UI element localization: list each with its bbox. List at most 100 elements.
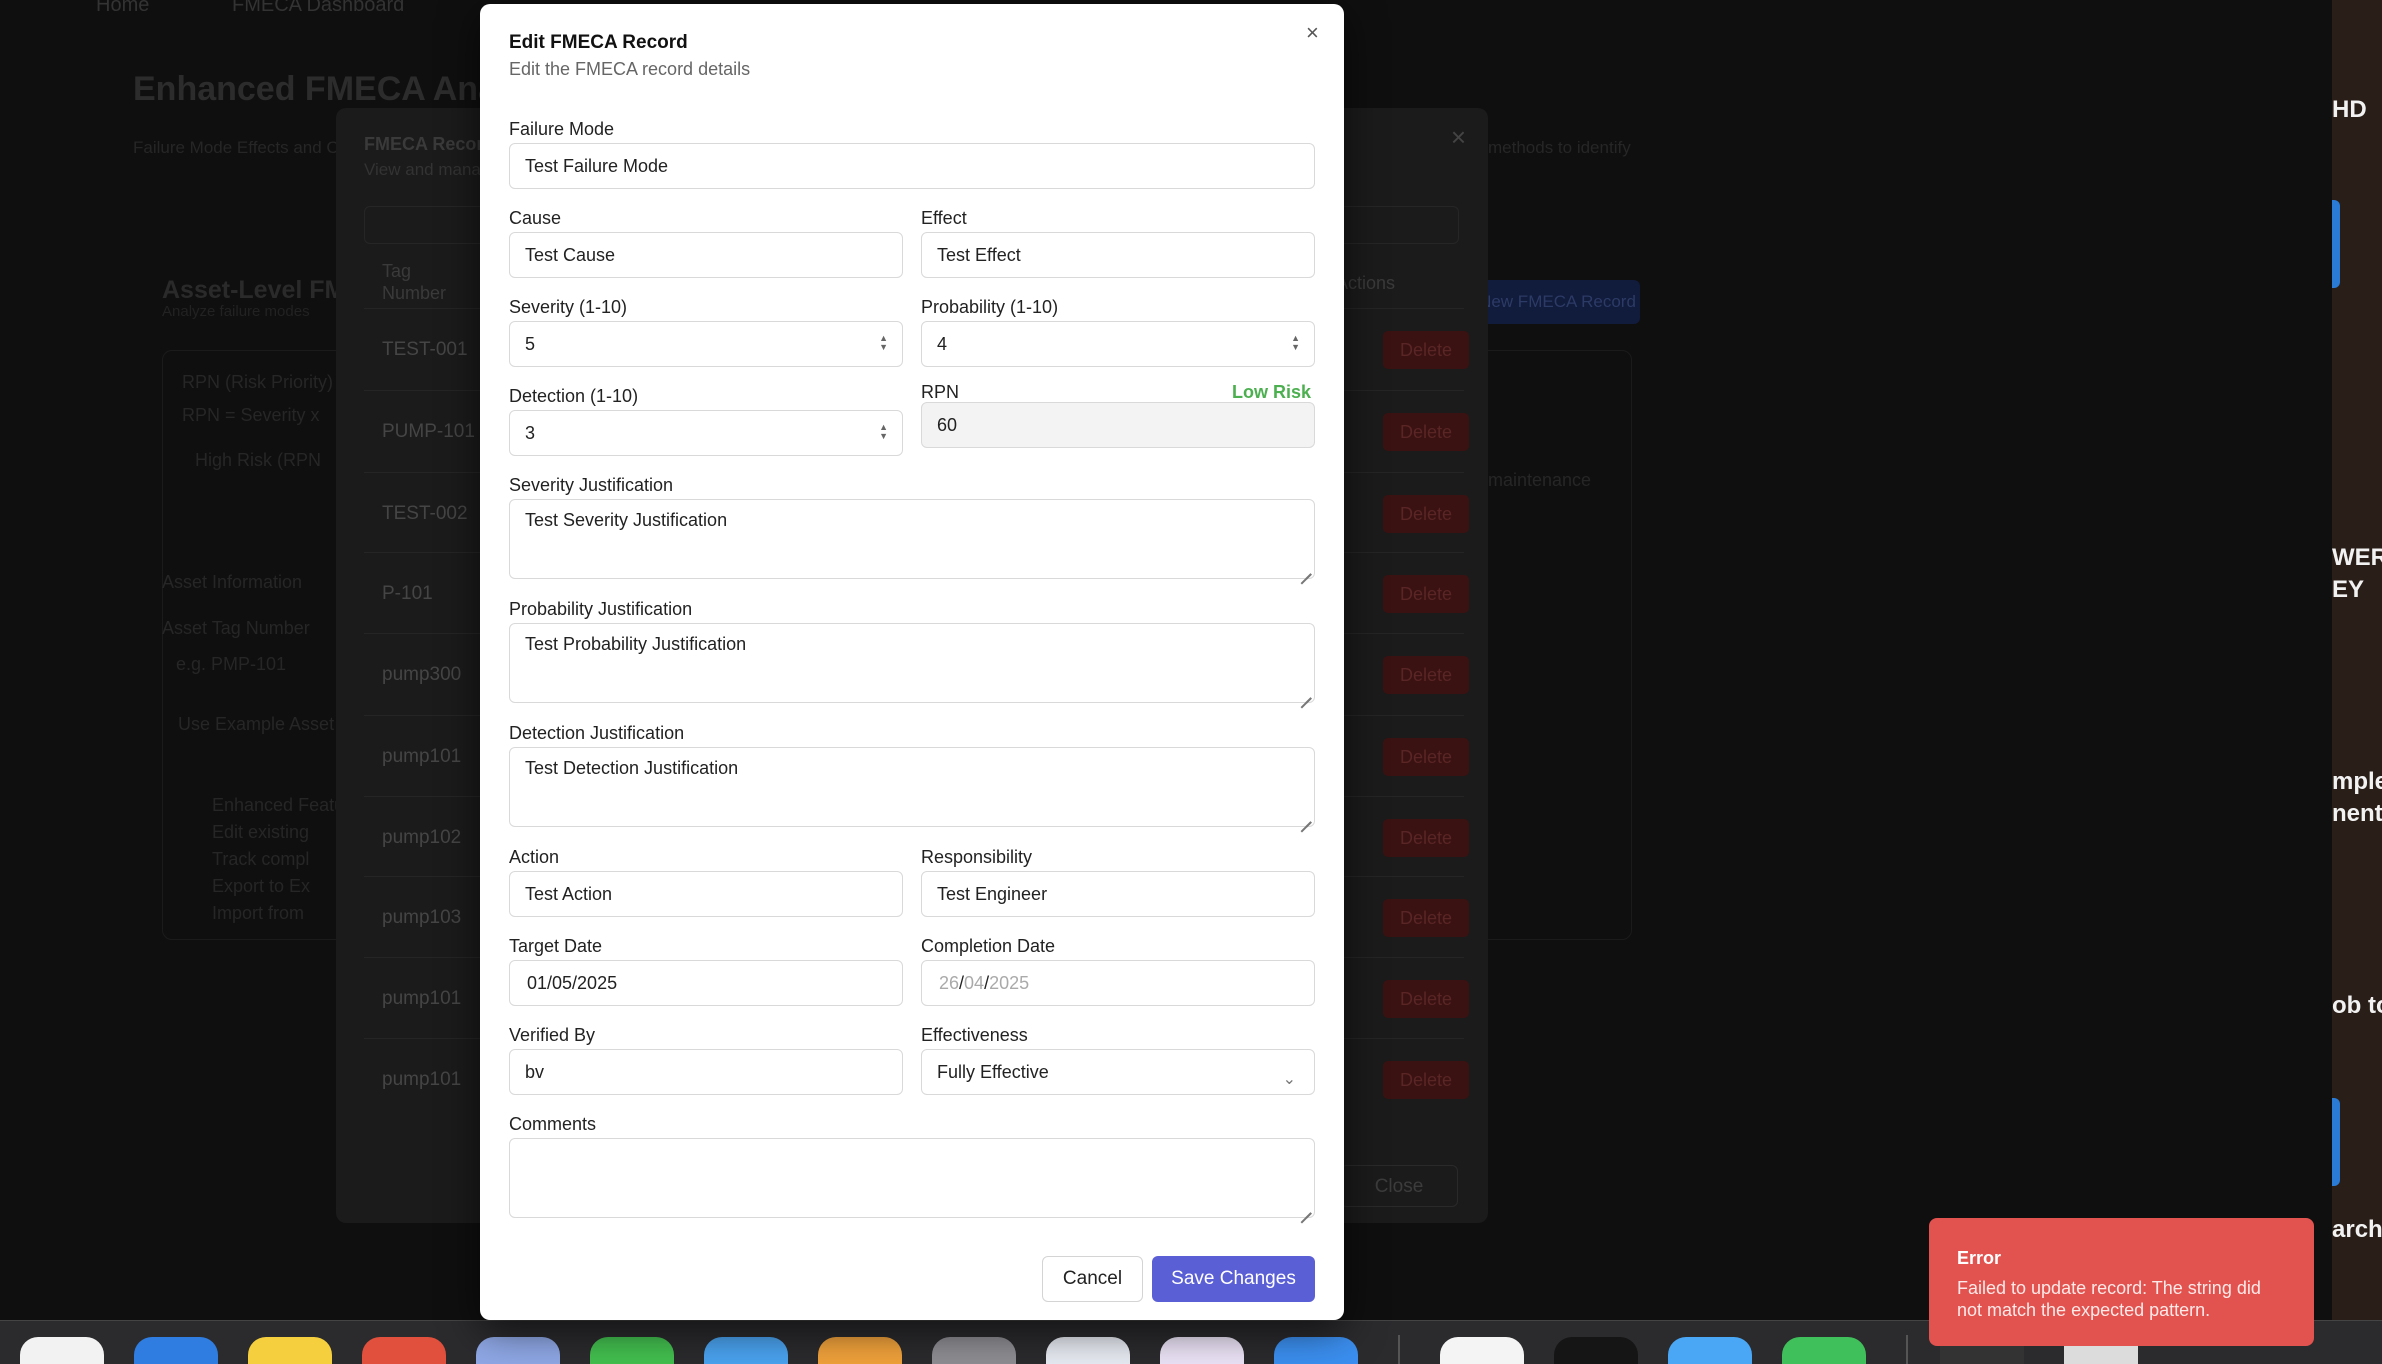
row-tag: pump101 bbox=[382, 1069, 462, 1090]
toast-title: Error bbox=[1957, 1248, 2002, 1268]
delete-button[interactable]: Delete bbox=[1383, 656, 1469, 694]
severity-justification-textarea[interactable]: Test Severity Justification bbox=[509, 499, 1315, 579]
delete-button[interactable]: Delete bbox=[1383, 575, 1469, 613]
feature-item: Export to Ex bbox=[212, 876, 311, 896]
edge-accent bbox=[2332, 1098, 2340, 1186]
close-icon[interactable]: × bbox=[1306, 22, 1319, 44]
verified-by-input[interactable]: bv bbox=[509, 1049, 903, 1095]
action-label: Action bbox=[509, 847, 560, 867]
edge-text: mple bbox=[2332, 768, 2382, 795]
number-spinner-icon[interactable]: ▲ ▼ bbox=[879, 334, 888, 352]
app-icon[interactable] bbox=[704, 1337, 788, 1364]
app-icon[interactable] bbox=[476, 1337, 560, 1364]
app-icon[interactable] bbox=[1160, 1337, 1244, 1364]
app-icon[interactable] bbox=[362, 1337, 446, 1364]
dock-separator bbox=[1906, 1335, 1908, 1364]
failure-mode-input[interactable]: Test Failure Mode bbox=[509, 143, 1315, 189]
app-icon[interactable] bbox=[818, 1337, 902, 1364]
edge-text: nents bbox=[2332, 800, 2382, 827]
nav-home[interactable]: Home bbox=[96, 0, 149, 17]
dock-separator bbox=[1398, 1335, 1400, 1364]
detection-justification-value: Test Detection Justification bbox=[525, 758, 739, 778]
mail-icon[interactable] bbox=[134, 1337, 218, 1364]
edit-fmeca-modal: Edit FMECA Record Edit the FMECA record … bbox=[480, 4, 1344, 1320]
records-close-button[interactable]: Close bbox=[1340, 1165, 1458, 1207]
row-tag: TEST-002 bbox=[382, 503, 468, 524]
settings-icon[interactable] bbox=[932, 1337, 1016, 1364]
detection-justification-textarea[interactable]: Test Detection Justification bbox=[509, 747, 1315, 827]
probability-label: Probability (1-10) bbox=[921, 297, 1059, 317]
delete-button[interactable]: Delete bbox=[1383, 495, 1469, 533]
severity-justification-value: Test Severity Justification bbox=[525, 510, 728, 530]
rpn-heading: RPN (Risk Priority) bbox=[182, 372, 333, 392]
app-icon[interactable] bbox=[1046, 1337, 1130, 1364]
cause-input[interactable]: Test Cause bbox=[509, 232, 903, 278]
effectiveness-value: Fully Effective bbox=[937, 1062, 1049, 1082]
delete-button[interactable]: Delete bbox=[1383, 413, 1469, 451]
chevron-down-icon: ⌄ bbox=[1282, 1071, 1296, 1088]
app-icon[interactable] bbox=[590, 1337, 674, 1364]
severity-input[interactable]: 5 ▲ ▼ bbox=[509, 321, 903, 367]
target-date-input[interactable]: 01/05/2025 bbox=[509, 960, 903, 1006]
detection-input[interactable]: 3 ▲ ▼ bbox=[509, 410, 903, 456]
probability-justification-textarea[interactable]: Test Probability Justification bbox=[509, 623, 1315, 703]
edge-text: WER bbox=[2332, 544, 2382, 571]
edge-accent bbox=[2332, 200, 2340, 288]
comments-textarea[interactable] bbox=[509, 1138, 1315, 1218]
probability-justification-label: Probability Justification bbox=[509, 599, 693, 619]
number-spinner-icon[interactable]: ▲ ▼ bbox=[879, 423, 888, 441]
target-date-label: Target Date bbox=[509, 936, 603, 956]
delete-button[interactable]: Delete bbox=[1383, 331, 1469, 369]
severity-value: 5 bbox=[525, 334, 536, 354]
app-icon[interactable] bbox=[1782, 1337, 1866, 1364]
app-icon[interactable] bbox=[1554, 1337, 1638, 1364]
delete-button[interactable]: Delete bbox=[1383, 1061, 1469, 1099]
row-tag: pump101 bbox=[382, 746, 462, 767]
action-input[interactable]: Test Action bbox=[509, 871, 903, 917]
cancel-button[interactable]: Cancel bbox=[1042, 1256, 1143, 1302]
completion-year: 2025 bbox=[989, 973, 1030, 993]
responsibility-input[interactable]: Test Engineer bbox=[921, 871, 1315, 917]
safari-icon[interactable] bbox=[1274, 1337, 1358, 1364]
notes-icon[interactable] bbox=[248, 1337, 332, 1364]
use-example-button[interactable]: Use Example Asset bbox=[178, 714, 334, 735]
new-record-button[interactable]: New FMECA Record bbox=[1475, 280, 1640, 324]
asset-tag-input[interactable]: e.g. PMP-101 bbox=[176, 654, 286, 675]
failure-mode-label: Failure Mode bbox=[509, 119, 615, 139]
responsibility-label: Responsibility bbox=[921, 847, 1033, 867]
resize-handle-icon[interactable] bbox=[1299, 811, 1311, 823]
probability-justification-value: Test Probability Justification bbox=[525, 634, 747, 654]
severity-label: Severity (1-10) bbox=[509, 297, 628, 317]
resize-handle-icon[interactable] bbox=[1299, 563, 1311, 575]
modal-description: Edit the FMECA record details bbox=[509, 59, 751, 79]
row-tag: TEST-001 bbox=[382, 339, 468, 360]
edge-text: ob to bbox=[2332, 992, 2382, 1019]
resize-handle-icon[interactable] bbox=[1299, 687, 1311, 699]
right-edge-window: HD WER EY mple nents ob to arch bbox=[2332, 0, 2382, 1320]
delete-button[interactable]: Delete bbox=[1383, 899, 1469, 937]
delete-button[interactable]: Delete bbox=[1383, 819, 1469, 857]
effectiveness-select[interactable]: Fully Effective ⌄ bbox=[921, 1049, 1315, 1095]
save-changes-button[interactable]: Save Changes bbox=[1152, 1256, 1315, 1302]
comments-label: Comments bbox=[509, 1114, 597, 1134]
delete-button[interactable]: Delete bbox=[1383, 980, 1469, 1018]
background-subtitle-right: methods to identify bbox=[1488, 138, 1631, 157]
feature-item: Track compl bbox=[212, 849, 310, 869]
records-modal-close-icon[interactable]: × bbox=[1451, 122, 1466, 153]
completion-date-input[interactable]: 26/04/2025 bbox=[921, 960, 1315, 1006]
nav-dashboard[interactable]: FMECA Dashboard bbox=[232, 0, 404, 17]
probability-input[interactable]: 4 ▲ ▼ bbox=[921, 321, 1315, 367]
resize-handle-icon[interactable] bbox=[1299, 1202, 1311, 1214]
detection-label: Detection (1-10) bbox=[509, 386, 639, 406]
row-tag: P-101 bbox=[382, 583, 433, 604]
number-spinner-icon[interactable]: ▲ ▼ bbox=[1291, 334, 1300, 352]
effect-input[interactable]: Test Effect bbox=[921, 232, 1315, 278]
app-icon[interactable] bbox=[1440, 1337, 1524, 1364]
detection-value: 3 bbox=[525, 423, 536, 443]
app-icon[interactable] bbox=[1668, 1337, 1752, 1364]
photos-icon[interactable] bbox=[20, 1337, 104, 1364]
feature-item: Import from bbox=[212, 903, 305, 923]
edge-text: EY bbox=[2332, 576, 2365, 603]
delete-button[interactable]: Delete bbox=[1383, 738, 1469, 776]
error-toast[interactable]: Error Failed to update record: The strin… bbox=[1929, 1218, 2314, 1346]
